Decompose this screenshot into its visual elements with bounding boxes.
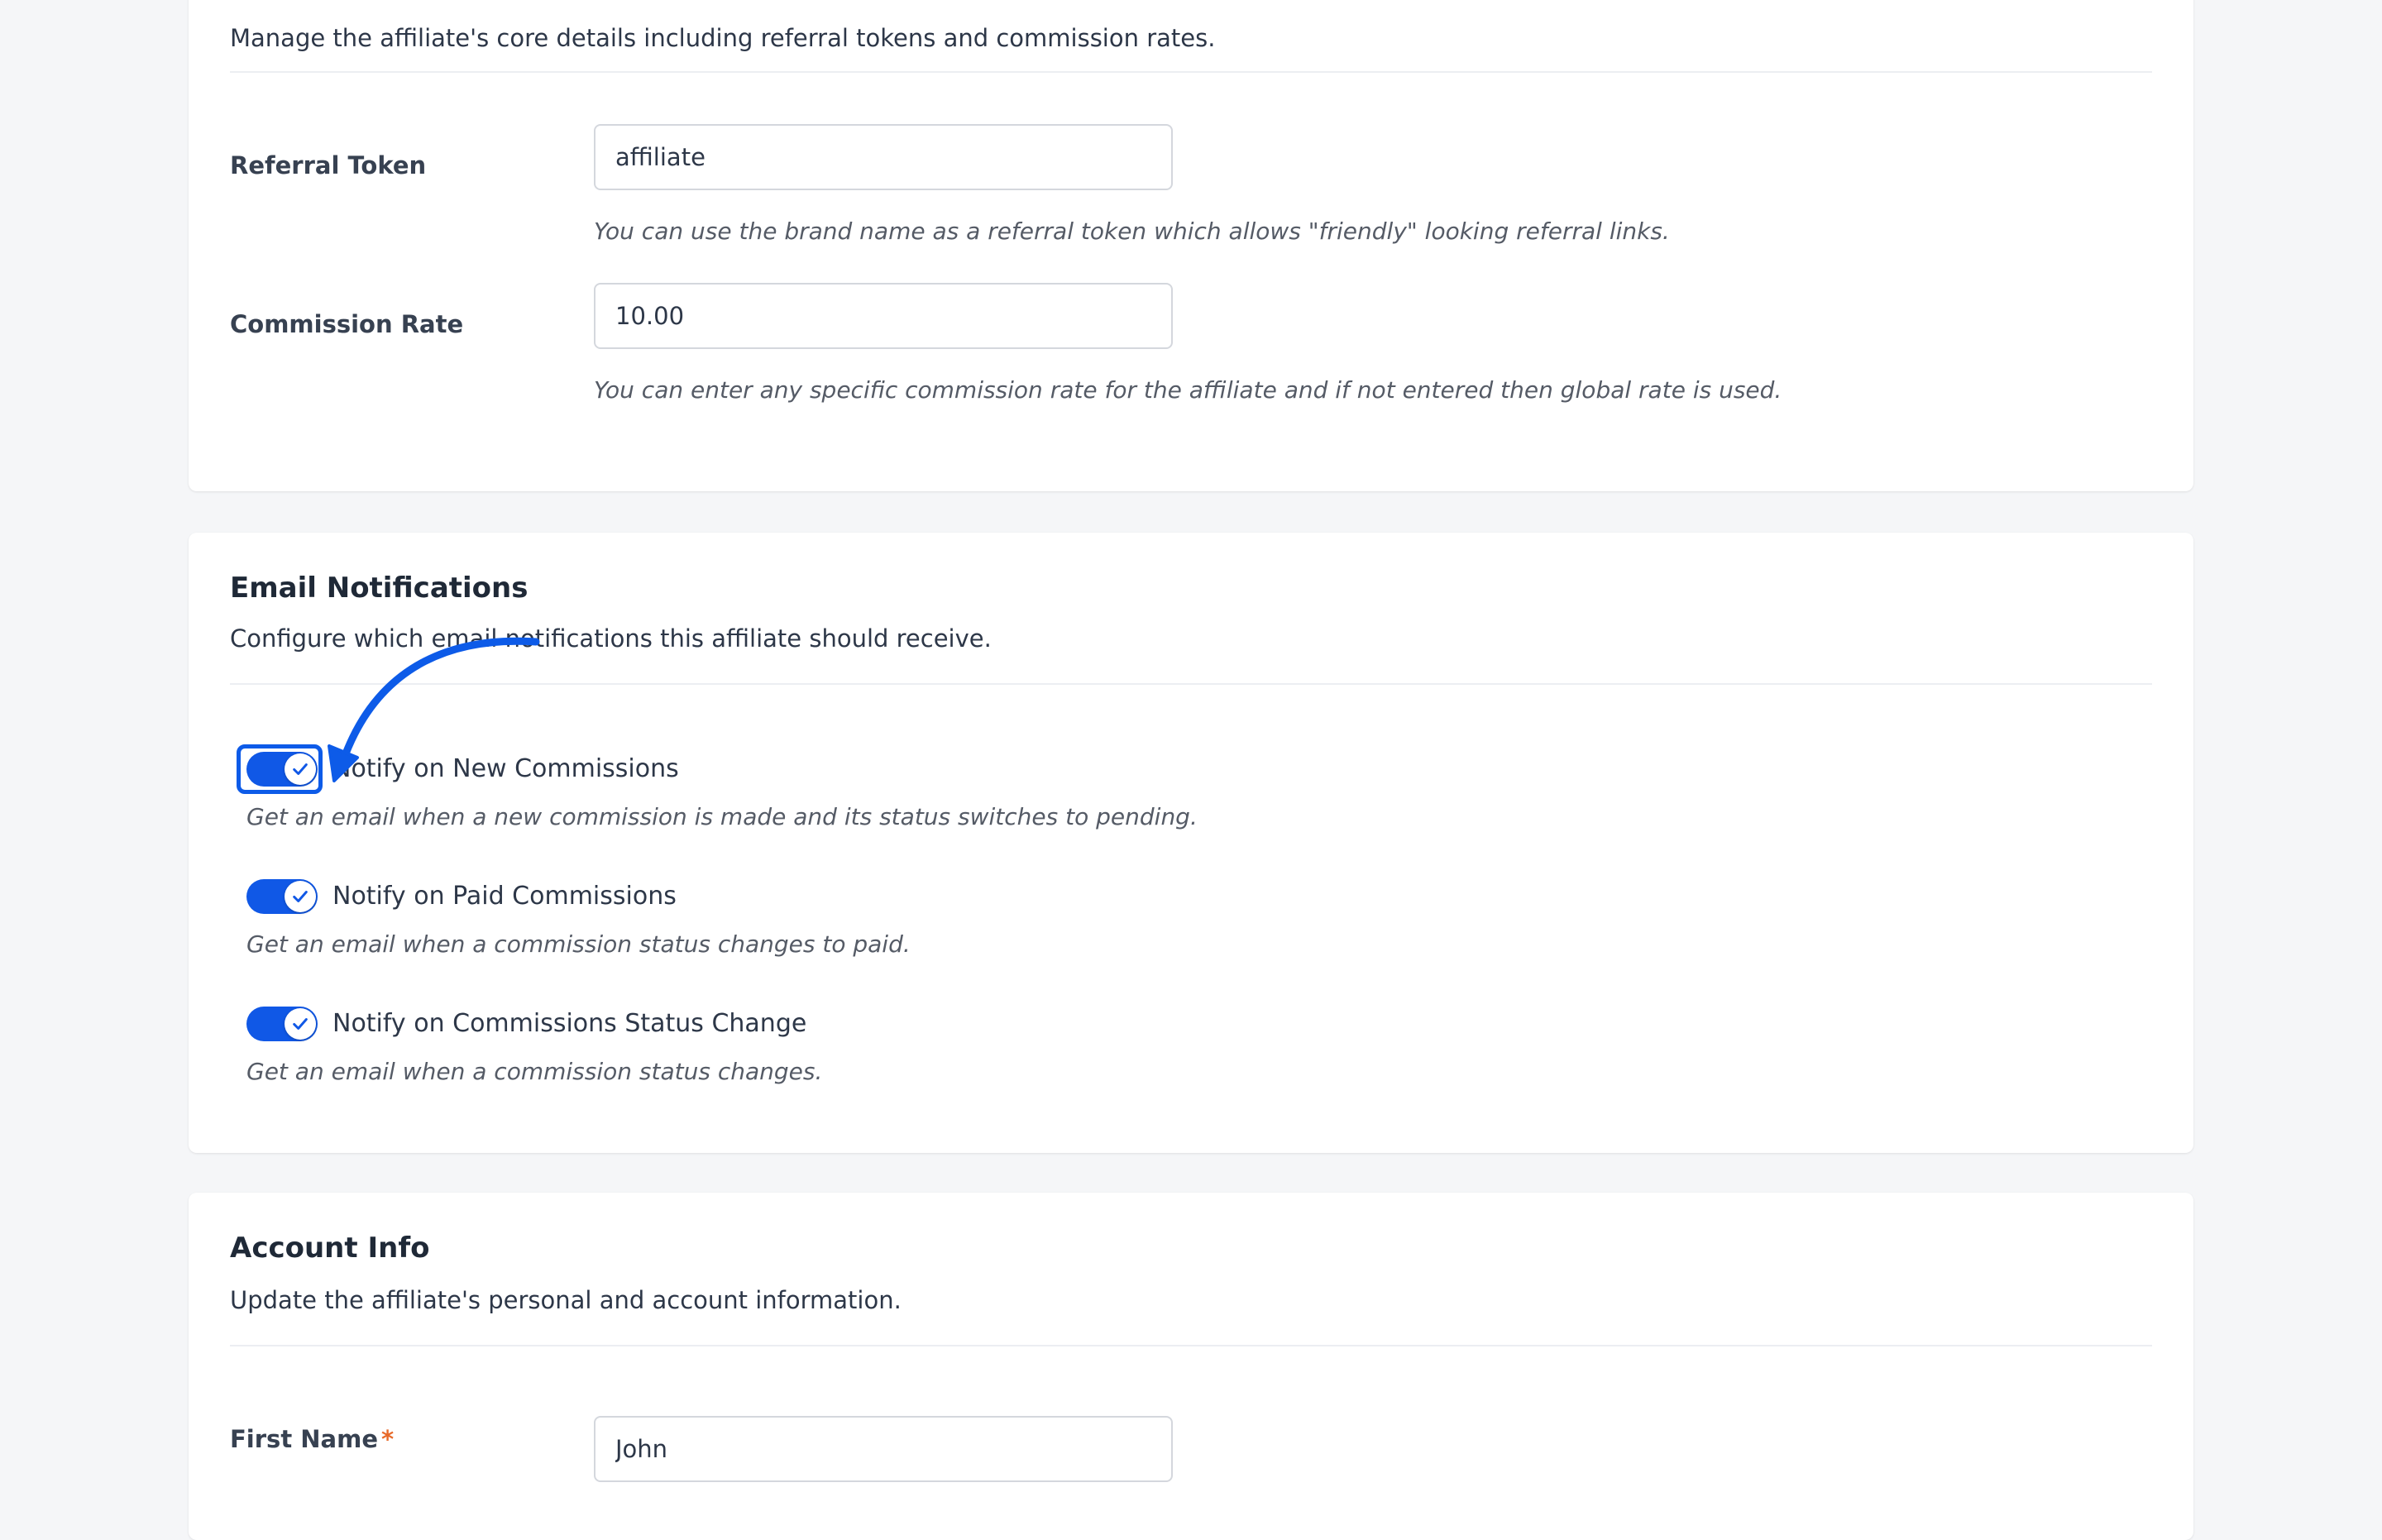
status-change-row: Notify on Commissions Status Change bbox=[246, 1006, 806, 1042]
status-change-label: Notify on Commissions Status Change bbox=[332, 1009, 807, 1038]
account-info-title: Account Info bbox=[230, 1232, 430, 1265]
general-divider bbox=[230, 71, 2152, 73]
first-name-label-text: First Name bbox=[230, 1425, 378, 1453]
check-icon bbox=[293, 1018, 308, 1030]
email-notifications-card: Email Notifications Configure which emai… bbox=[189, 533, 2193, 1153]
toggle-knob bbox=[285, 1008, 316, 1040]
referral-token-label: Referral Token bbox=[230, 151, 427, 179]
status-change-help: Get an email when a commission status ch… bbox=[246, 1058, 823, 1085]
commission-rate-input[interactable] bbox=[594, 283, 1173, 349]
first-name-input[interactable] bbox=[594, 1416, 1173, 1482]
toggle-knob bbox=[285, 753, 316, 785]
email-notifications-description: Configure which email notifications this… bbox=[230, 624, 992, 653]
account-info-card: Account Info Update the affiliate's pers… bbox=[189, 1193, 2193, 1540]
new-commissions-row: Notify on New Commissions bbox=[246, 751, 679, 787]
account-divider bbox=[230, 1345, 2152, 1346]
check-icon bbox=[293, 763, 308, 775]
paid-commissions-toggle[interactable] bbox=[246, 879, 318, 914]
notifications-divider bbox=[230, 683, 2152, 685]
account-info-description: Update the affiliate's personal and acco… bbox=[230, 1286, 902, 1314]
general-settings-description: Manage the affiliate's core details incl… bbox=[230, 24, 1216, 52]
paid-commissions-help: Get an email when a commission status ch… bbox=[246, 930, 911, 958]
new-commissions-toggle[interactable] bbox=[246, 752, 318, 787]
required-mark: * bbox=[381, 1425, 395, 1453]
paid-commissions-label: Notify on Paid Commissions bbox=[332, 882, 677, 911]
new-commissions-label: Notify on New Commissions bbox=[332, 754, 679, 783]
commission-rate-help: You can enter any specific commission ra… bbox=[594, 376, 1782, 404]
first-name-label: First Name * bbox=[230, 1428, 394, 1452]
email-notifications-title: Email Notifications bbox=[230, 572, 529, 605]
referral-token-input[interactable] bbox=[594, 124, 1173, 190]
check-icon bbox=[293, 891, 308, 902]
status-change-toggle[interactable] bbox=[246, 1007, 318, 1041]
commission-rate-label: Commission Rate bbox=[230, 310, 464, 338]
referral-token-help: You can use the brand name as a referral… bbox=[594, 218, 1670, 245]
toggle-knob bbox=[285, 881, 316, 912]
new-commissions-help: Get an email when a new commission is ma… bbox=[246, 803, 1198, 830]
general-settings-card: Manage the affiliate's core details incl… bbox=[189, 0, 2193, 491]
paid-commissions-row: Notify on Paid Commissions bbox=[246, 878, 677, 915]
